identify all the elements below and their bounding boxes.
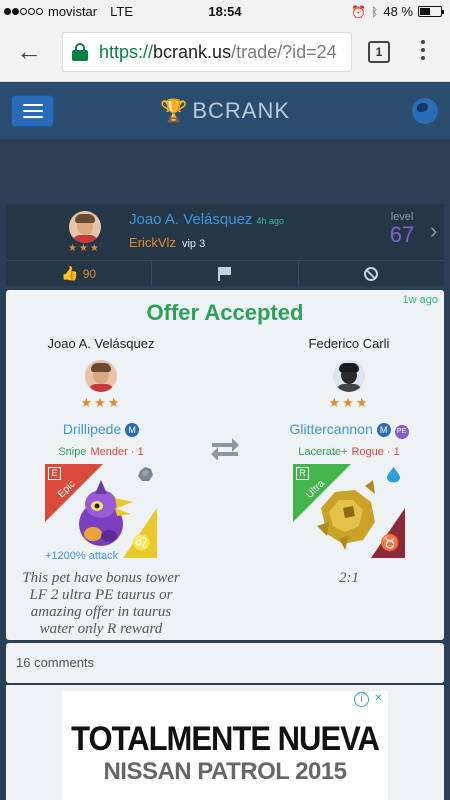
bluetooth-icon: ᛒ bbox=[371, 4, 379, 19]
like-count: 90 bbox=[82, 266, 97, 281]
ad-close-icon[interactable]: ✕ bbox=[371, 692, 386, 707]
skill-primary: Lacerate+ bbox=[298, 446, 348, 458]
trade-user-card: ★★★ Joao A. Velásquez 4h ago ErickVlz vip … bbox=[6, 204, 444, 286]
pet-card[interactable]: R Ultra ♉ bbox=[293, 464, 405, 558]
back-arrow-icon[interactable]: ← bbox=[16, 37, 42, 65]
comments-link[interactable]: 16 comments bbox=[6, 643, 444, 683]
user-handle[interactable]: ErickVlz bbox=[129, 235, 176, 250]
ad-choices: i ✕ bbox=[354, 692, 386, 707]
app-header: 🏆 BCRANK bbox=[0, 83, 450, 139]
avatar[interactable] bbox=[333, 360, 365, 392]
globe-icon[interactable] bbox=[412, 98, 438, 124]
offer-status: Offer Accepted bbox=[146, 300, 304, 325]
ad-subline: NISSAN PATROL 2015 bbox=[103, 758, 347, 785]
leo-icon: ♌ bbox=[123, 508, 157, 558]
player-stars: ★★★ bbox=[328, 395, 370, 410]
battery-percent: 48 % bbox=[383, 4, 413, 19]
rarity-letter: E bbox=[48, 467, 61, 480]
block-icon bbox=[364, 266, 379, 281]
offer-side-right: Federico Carli ★★★ Glittercannon M PE La… bbox=[254, 336, 444, 587]
water-drop-icon bbox=[387, 467, 400, 483]
level-value: 67 bbox=[389, 222, 415, 247]
avatar[interactable] bbox=[69, 211, 101, 243]
lock-icon bbox=[71, 43, 89, 61]
status-bar: movistar LTE 18:54 ⏰ ᛒ 48 % bbox=[0, 0, 450, 22]
status-right: ⏰ ᛒ 48 % bbox=[351, 4, 444, 19]
url-host: bcrank.us bbox=[153, 41, 232, 62]
url-scheme: https:// bbox=[99, 41, 154, 62]
swap-arrows-icon bbox=[211, 438, 239, 460]
zodiac-glyph: ♌ bbox=[132, 535, 152, 552]
url-bar[interactable]: https://bcrank.us/trade/?id=24 bbox=[62, 32, 352, 72]
url-text: https://bcrank.us/trade/?id=24 bbox=[99, 42, 337, 63]
alarm-icon: ⏰ bbox=[351, 4, 367, 19]
stone-icon bbox=[138, 467, 153, 481]
browser-toolbar: ← https://bcrank.us/trade/?id=24 1 bbox=[0, 22, 450, 82]
badge-m: M bbox=[125, 423, 140, 437]
flag-icon bbox=[217, 266, 232, 281]
skill-secondary: Rogue · 1 bbox=[351, 446, 400, 458]
pet-name-line[interactable]: Drillipede M bbox=[6, 421, 196, 439]
player-name[interactable]: Joao A. Velásquez bbox=[6, 336, 196, 352]
tab-switcher-button[interactable]: 1 bbox=[368, 41, 390, 63]
pet-skills: Lacerate+ Rogue · 1 bbox=[254, 446, 444, 460]
user-handle-line: ErickVlz vip 3 bbox=[129, 235, 205, 250]
user-name-link[interactable]: Joao A. Velásquez 4h ago bbox=[129, 211, 284, 228]
offer-side-left: Joao A. Velásquez ★★★ Drillipede M Snipe… bbox=[6, 336, 196, 638]
user-row[interactable]: ★★★ Joao A. Velásquez 4h ago ErickVlz vip … bbox=[6, 204, 444, 260]
pet-name-line[interactable]: Glittercannon M PE bbox=[254, 421, 444, 439]
pet-card[interactable]: E Epic ♌ +1200% attack bbox=[45, 464, 157, 562]
ad-banner[interactable]: i ✕ TOTALMENTE NUEVA NISSAN PATROL 2015 bbox=[62, 691, 388, 800]
badge-pe: PE bbox=[394, 425, 409, 439]
battery-icon bbox=[418, 6, 444, 17]
brand-name: BCRANK bbox=[192, 98, 291, 123]
battery-fill bbox=[420, 8, 430, 15]
offer-note: This pet have bonus tower LF 2 ultra PE … bbox=[22, 570, 180, 637]
player-stars: ★★★ bbox=[80, 395, 122, 410]
pet-skills: Snipe Mender · 1 bbox=[6, 446, 196, 460]
like-button[interactable]: 👍 90 bbox=[6, 261, 153, 286]
report-button[interactable] bbox=[152, 261, 299, 286]
avatar[interactable] bbox=[85, 360, 117, 392]
chevron-right-icon[interactable]: › bbox=[430, 218, 437, 244]
pet-name: Glittercannon bbox=[289, 421, 373, 437]
taurus-icon: ♉ bbox=[371, 508, 405, 558]
offer-card: 1w ago Offer Accepted Joao A. Velásquez … bbox=[6, 290, 444, 640]
offer-note: 2:1 bbox=[339, 570, 359, 586]
ad-headline: TOTALMENTE NUEVA bbox=[71, 719, 380, 758]
zodiac-glyph: ♉ bbox=[380, 535, 400, 552]
ad-section: i ✕ TOTALMENTE NUEVA NISSAN PATROL 2015 bbox=[6, 685, 444, 800]
pet-name: Drillipede bbox=[62, 421, 122, 437]
trophy-icon: 🏆 bbox=[159, 98, 189, 123]
posted-ago: 4h ago bbox=[256, 216, 284, 226]
block-button[interactable] bbox=[299, 261, 444, 286]
rarity-letter: R bbox=[296, 467, 309, 480]
pet-bonus: +1200% attack bbox=[45, 550, 119, 562]
ad-info-icon[interactable]: i bbox=[354, 692, 369, 707]
thumbs-up-icon: 👍 bbox=[61, 265, 79, 281]
player-name[interactable]: Federico Carli bbox=[254, 336, 444, 352]
user-name: Joao A. Velásquez bbox=[129, 211, 253, 228]
brand-logo[interactable]: 🏆 BCRANK bbox=[0, 98, 450, 124]
action-bar: 👍 90 bbox=[6, 260, 444, 286]
overflow-menu-icon[interactable] bbox=[420, 40, 426, 60]
skill-primary: Snipe bbox=[58, 446, 87, 458]
skill-secondary: Mender · 1 bbox=[90, 446, 144, 458]
user-stars: ★★★ bbox=[68, 243, 101, 254]
url-path: /trade/?id=24 bbox=[231, 41, 337, 62]
pet-image bbox=[317, 480, 375, 550]
vip-level: vip 3 bbox=[181, 238, 206, 250]
badge-m: M bbox=[376, 423, 391, 437]
